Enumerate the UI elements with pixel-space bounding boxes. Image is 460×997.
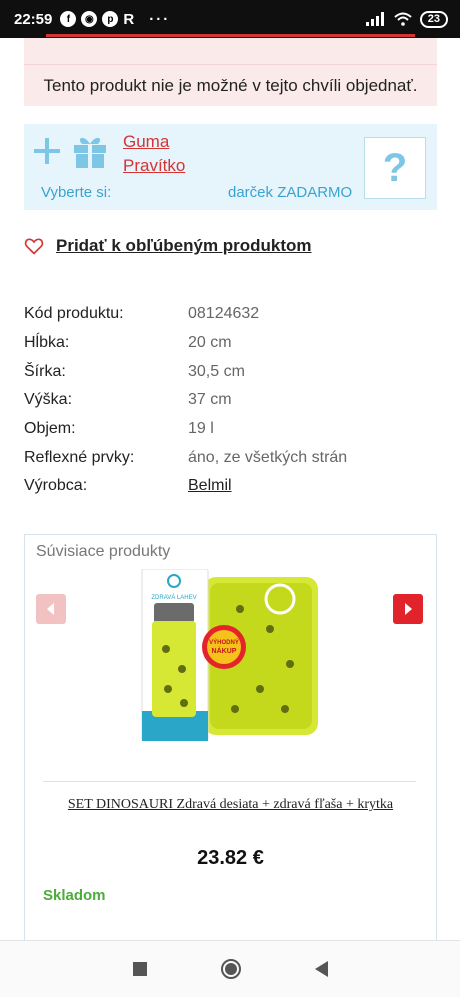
spec-value: 30,5 cm	[188, 362, 245, 380]
plus-icon	[34, 138, 60, 164]
battery-indicator: 23	[419, 10, 448, 28]
spec-row-depth: Hĺbka: 20 cm	[24, 329, 437, 358]
spec-value: 37 cm	[188, 391, 232, 409]
more-notifications-icon: ···	[149, 10, 171, 28]
recent-apps-icon[interactable]	[132, 962, 147, 976]
spec-row-volume: Objem: 19 l	[24, 415, 437, 444]
spec-value: 19 l	[188, 420, 214, 438]
free-gift-box: Guma Pravítko Vyberte si: darček ZADARMO…	[24, 124, 437, 210]
back-icon[interactable]	[314, 961, 328, 977]
spec-value: áno, ze všetkých strán	[188, 448, 348, 466]
home-icon[interactable]	[220, 959, 241, 979]
notification-icons: f ◉ p R ···	[60, 11, 170, 28]
chevron-left-icon	[47, 603, 54, 615]
gift-free-label: darček ZADARMO	[228, 184, 353, 201]
spec-key: Výrobca:	[24, 477, 88, 495]
spec-row-manufacturer: Výrobca: Belmil	[24, 472, 437, 501]
gift-placeholder-image[interactable]: ?	[364, 137, 426, 199]
spec-row-code: Kód produktu: 08124632	[24, 300, 437, 329]
spec-value: 20 cm	[188, 334, 232, 352]
spec-key: Reflexné prvky:	[24, 448, 135, 466]
add-to-favorites[interactable]: Pridať k obľúbeným produktom	[24, 236, 312, 256]
alert-message: Tento produkt nie je možné v tejto chvíl…	[43, 75, 418, 95]
status-time: 22:59	[14, 10, 53, 28]
manufacturer-link[interactable]: Belmil	[188, 477, 232, 495]
spec-value: 08124632	[188, 305, 260, 323]
product-specs: Kód produktu: 08124632 Hĺbka: 20 cm Šírk…	[24, 300, 437, 501]
status-bar: 22:59 f ◉ p R ··· 23	[0, 0, 460, 38]
messenger-icon: ◉	[81, 11, 98, 27]
related-title: Súvisiace produkty	[36, 543, 171, 560]
related-product-name[interactable]: SET DINOSAURI Zdravá desiata + zdravá fľ…	[25, 797, 436, 813]
badge-top-text: VÝHODNÝ	[209, 639, 239, 646]
add-to-favorites-link[interactable]: Pridať k obľúbeným produktom	[56, 236, 312, 256]
pinterest-icon: p	[102, 11, 119, 27]
spec-key: Výška:	[24, 391, 73, 409]
heart-icon	[24, 238, 44, 255]
android-nav-bar	[0, 940, 460, 997]
product-image[interactable]: ZDRAVÁ LAHEV VÝHODNÝ NÁKUP	[140, 569, 320, 741]
stock-status: Skladom	[43, 887, 106, 904]
bottle-brand-text: ZDRAVÁ LAHEV	[151, 594, 196, 601]
alert-top-strip	[24, 34, 437, 64]
gift-option-guma[interactable]: Guma	[123, 132, 185, 152]
spec-key: Hĺbka:	[24, 334, 70, 352]
unavailable-alert: Tento produkt nie je možné v tejto chvíl…	[24, 64, 437, 106]
spec-row-reflective: Reflexné prvky: áno, ze všetkých strán	[24, 443, 437, 472]
signal-icon	[365, 12, 384, 26]
wifi-icon	[394, 12, 412, 26]
gift-options: Guma Pravítko	[123, 132, 185, 176]
spec-row-height: Výška: 37 cm	[24, 386, 437, 415]
carousel-next-button[interactable]	[393, 594, 423, 624]
related-product-price: 23.82 €	[197, 847, 264, 869]
chevron-right-icon	[405, 603, 412, 615]
gift-choose-label: Vyberte si:	[41, 184, 112, 201]
divider	[43, 781, 416, 782]
spec-row-width: Šírka: 30,5 cm	[24, 357, 437, 386]
app-r-icon: R	[123, 10, 135, 28]
badge-bottom-text: NÁKUP	[212, 646, 237, 655]
gift-icon	[74, 137, 106, 168]
spec-key: Kód produktu:	[24, 305, 124, 323]
facebook-icon: f	[60, 11, 77, 27]
alert-accent-line	[46, 34, 415, 37]
related-products: Súvisiace produkty ZDRAVÁ LAHEV VÝHODNÝ …	[24, 534, 437, 954]
carousel-prev-button[interactable]	[36, 594, 66, 624]
spec-key: Objem:	[24, 420, 76, 438]
gift-option-pravitko[interactable]: Pravítko	[123, 156, 185, 176]
spec-key: Šírka:	[24, 362, 66, 380]
